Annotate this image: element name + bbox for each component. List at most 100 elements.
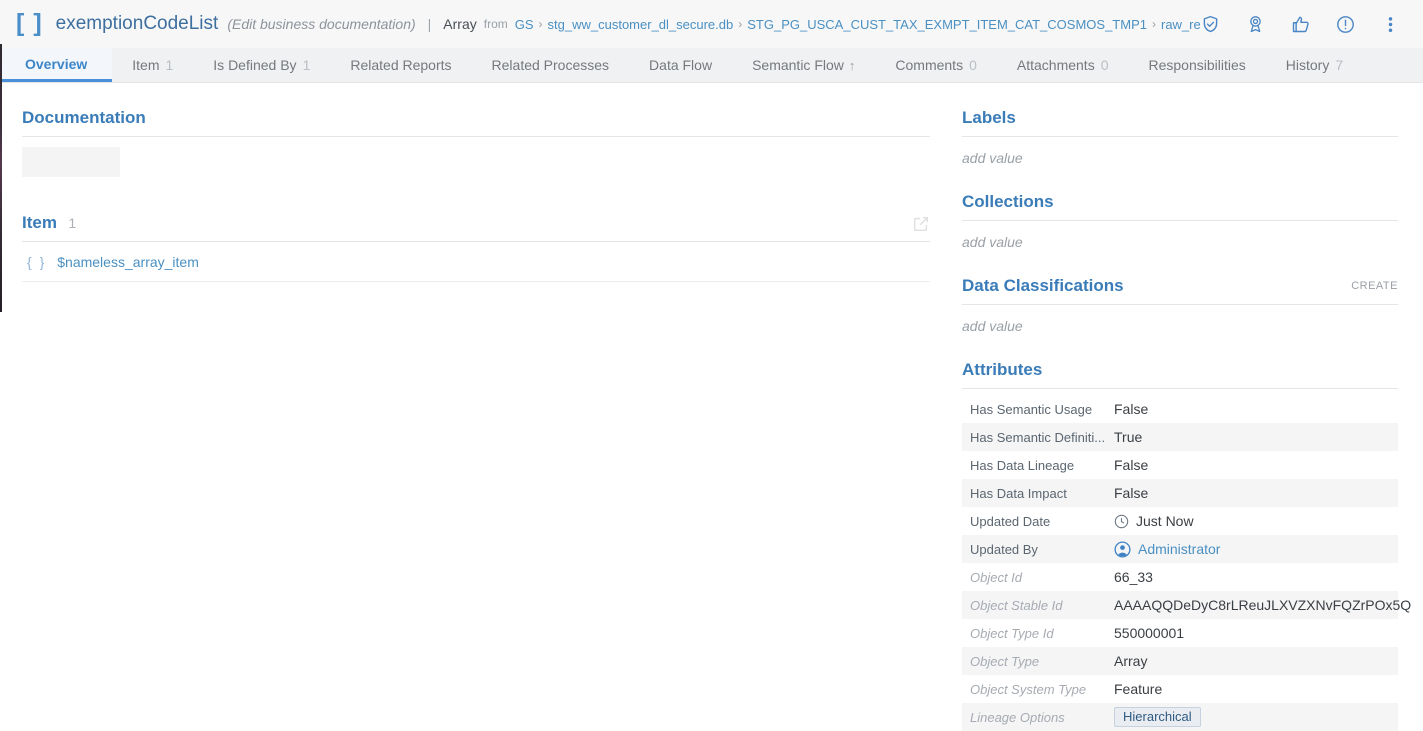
item-section-title: Item: [22, 213, 57, 232]
alert-circle-icon[interactable]: [1335, 14, 1356, 35]
labels-add-value[interactable]: add value: [962, 150, 1398, 166]
attribute-row: Object Stable IdAAAAQQDeDyC8rLReuJLXVZXN…: [962, 591, 1398, 619]
tab-related-processes[interactable]: Related Processes: [472, 48, 630, 82]
attribute-label: Has Data Lineage: [962, 458, 1114, 473]
array-brackets-icon: []: [16, 11, 42, 36]
item-section: Item 1 { } $nameless_array_item: [22, 213, 930, 282]
tab-semantic-flow[interactable]: Semantic Flow ↑: [732, 48, 875, 82]
header-divider: |: [428, 16, 432, 32]
documentation-section: Documentation: [22, 108, 930, 177]
attribute-value-text: Administrator: [1138, 541, 1220, 557]
attribute-value: AAAAQQDeDyC8rLReuJLXVZXNvFQZrPOx5Q: [1114, 597, 1411, 613]
classifications-add-value[interactable]: add value: [962, 318, 1398, 334]
attribute-value-text: 550000001: [1114, 625, 1184, 641]
page-title: exemptionCodeList: [56, 13, 219, 35]
tab-label: Attachments: [1017, 57, 1095, 73]
attribute-row: Object Type Id550000001: [962, 619, 1398, 647]
breadcrumb-item[interactable]: GS: [515, 17, 534, 32]
tab-label: Semantic Flow: [752, 57, 844, 73]
attribute-row: Has Data LineageFalse: [962, 451, 1398, 479]
tab-label: Data Flow: [649, 57, 712, 73]
clock-icon: [1114, 514, 1129, 529]
shield-check-icon[interactable]: [1200, 14, 1221, 35]
create-classification-button[interactable]: CREATE: [1351, 280, 1398, 292]
attribute-row: Updated DateJust Now: [962, 507, 1398, 535]
attribute-value-text: False: [1114, 457, 1148, 473]
tab-comments[interactable]: Comments0: [875, 48, 996, 82]
lineage-option-chip: Hierarchical: [1114, 707, 1201, 727]
attribute-label: Has Semantic Definiti...: [962, 430, 1114, 445]
data-classifications-title: Data Classifications: [962, 276, 1124, 296]
attributes-table: Has Semantic UsageFalseHas Semantic Defi…: [962, 395, 1398, 731]
item-section-count: 1: [68, 215, 76, 231]
attribute-value-text: AAAAQQDeDyC8rLReuJLXVZXNvFQZrPOx5Q: [1114, 597, 1411, 613]
tab-attachments[interactable]: Attachments0: [997, 48, 1129, 82]
attribute-value: Feature: [1114, 681, 1162, 697]
collections-section: Collections add value: [962, 192, 1398, 250]
tab-label: Is Defined By: [213, 57, 296, 73]
attribute-label: Object Type: [962, 654, 1114, 669]
item-link[interactable]: $nameless_array_item: [57, 254, 199, 270]
tab-count: 1: [166, 57, 174, 73]
breadcrumb: GS›stg_ww_customer_dl_secure.db›STG_PG_U…: [515, 17, 1200, 32]
tab-label: Item: [132, 57, 159, 73]
attribute-value-text: False: [1114, 485, 1148, 501]
item-row[interactable]: { } $nameless_array_item: [22, 242, 930, 282]
attribute-value-text: True: [1114, 429, 1142, 445]
breadcrumb-separator: ›: [1152, 17, 1156, 31]
tab-related-reports[interactable]: Related Reports: [330, 48, 471, 82]
attribute-value: False: [1114, 401, 1148, 417]
attribute-label: Lineage Options: [962, 710, 1114, 725]
tab-label: Responsibilities: [1149, 57, 1246, 73]
breadcrumb-item[interactable]: STG_PG_USCA_CUST_TAX_EXMPT_ITEM_CAT_COSM…: [747, 17, 1147, 32]
object-type-label: Array: [443, 16, 476, 32]
attribute-label: Updated Date: [962, 514, 1114, 529]
attribute-row: Updated ByAdministrator: [962, 535, 1398, 563]
attribute-row: Object TypeArray: [962, 647, 1398, 675]
attribute-value-text: Array: [1114, 653, 1147, 669]
arrow-up-icon: ↑: [849, 58, 856, 73]
tab-is-defined-by[interactable]: Is Defined By 1: [193, 48, 330, 82]
tab-label: Related Reports: [350, 57, 451, 73]
attribute-value: True: [1114, 429, 1142, 445]
attribute-value[interactable]: Administrator: [1114, 541, 1220, 558]
labels-section: Labels add value: [962, 108, 1398, 166]
tab-count: 1: [303, 57, 311, 73]
collections-add-value[interactable]: add value: [962, 234, 1398, 250]
attribute-label: Has Semantic Usage: [962, 402, 1114, 417]
kebab-menu-icon[interactable]: [1380, 14, 1401, 35]
tab-history[interactable]: History 7: [1266, 48, 1363, 82]
screen-edge-artifact: [0, 44, 2, 312]
attribute-value: Just Now: [1114, 513, 1194, 529]
attribute-label: Has Data Impact: [962, 486, 1114, 501]
attribute-value: 550000001: [1114, 625, 1184, 641]
attribute-value: 66_33: [1114, 569, 1153, 585]
attribute-label: Object Stable Id: [962, 598, 1114, 613]
tab-responsibilities[interactable]: Responsibilities: [1129, 48, 1266, 82]
attribute-value: Array: [1114, 653, 1147, 669]
attribute-row: Has Semantic UsageFalse: [962, 395, 1398, 423]
tab-overview[interactable]: Overview: [0, 48, 112, 82]
attribute-label: Object Type Id: [962, 626, 1114, 641]
tab-count: 7: [1335, 57, 1343, 73]
breadcrumb-item[interactable]: raw_record: [1161, 17, 1200, 32]
tab-bar: Overview Item 1 Is Defined By 1 Related Repor…: [0, 48, 1423, 83]
tab-item[interactable]: Item 1: [112, 48, 193, 82]
tab-label: History: [1286, 57, 1330, 73]
medal-icon[interactable]: [1245, 14, 1266, 35]
attribute-label: Object Id: [962, 570, 1114, 585]
thumbs-up-icon[interactable]: [1290, 14, 1311, 35]
documentation-title: Documentation: [22, 108, 146, 128]
main-column: Documentation Item 1 { } $nameless: [22, 108, 930, 282]
attribute-value: Hierarchical: [1114, 707, 1201, 727]
tab-label: Comments: [895, 57, 963, 73]
attribute-row: Has Data ImpactFalse: [962, 479, 1398, 507]
open-in-new-icon[interactable]: [912, 215, 930, 233]
attributes-title: Attributes: [962, 360, 1042, 380]
collections-title: Collections: [962, 192, 1054, 212]
edit-documentation-hint[interactable]: (Edit business documentation): [227, 16, 415, 32]
attribute-value: False: [1114, 457, 1148, 473]
breadcrumb-item[interactable]: stg_ww_customer_dl_secure.db: [548, 17, 734, 32]
data-classifications-section: Data Classifications CREATE add value: [962, 276, 1398, 334]
tab-data-flow[interactable]: Data Flow: [629, 48, 732, 82]
